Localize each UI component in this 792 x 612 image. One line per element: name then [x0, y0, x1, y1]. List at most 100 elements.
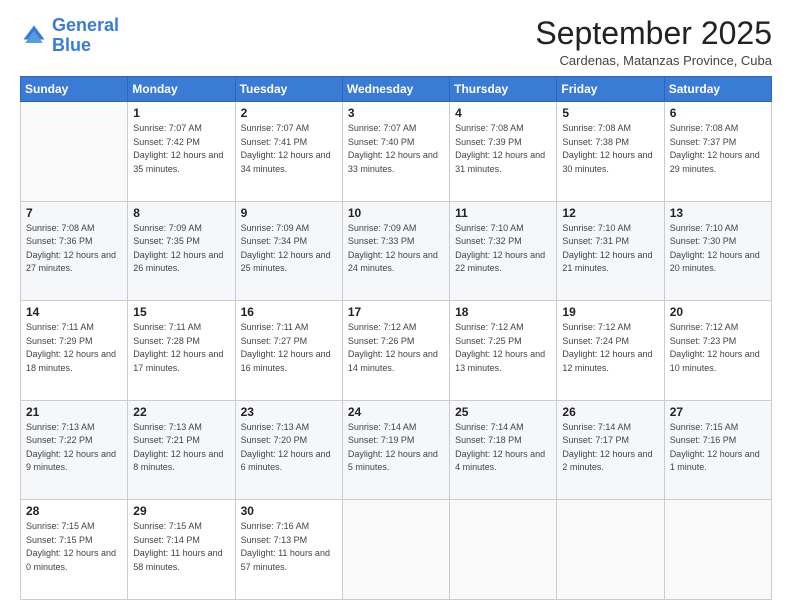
logo-icon [20, 22, 48, 50]
location: Cardenas, Matanzas Province, Cuba [535, 53, 772, 68]
logo-line1: General [52, 15, 119, 35]
day-info: Sunrise: 7:16 AMSunset: 7:13 PMDaylight:… [241, 520, 337, 574]
cell-0-0 [21, 102, 128, 202]
cell-1-3: 10 Sunrise: 7:09 AMSunset: 7:33 PMDayligh… [342, 201, 449, 301]
day-number: 16 [241, 305, 337, 319]
day-info: Sunrise: 7:13 AMSunset: 7:21 PMDaylight:… [133, 421, 229, 475]
cell-4-5 [557, 500, 664, 600]
day-number: 18 [455, 305, 551, 319]
cell-0-5: 5 Sunrise: 7:08 AMSunset: 7:38 PMDaylight… [557, 102, 664, 202]
day-info: Sunrise: 7:09 AMSunset: 7:34 PMDaylight:… [241, 222, 337, 276]
header-friday: Friday [557, 77, 664, 102]
cell-3-1: 22 Sunrise: 7:13 AMSunset: 7:21 PMDayligh… [128, 400, 235, 500]
week-row-4: 28Sunrise: 7:15 AMSunset: 7:15 PMDayligh… [21, 500, 772, 600]
day-info: Sunrise: 7:12 AMSunset: 7:24 PMDaylight:… [562, 321, 658, 375]
cell-0-6: 6 Sunrise: 7:08 AMSunset: 7:37 PMDaylight… [664, 102, 771, 202]
cell-0-4: 4 Sunrise: 7:08 AMSunset: 7:39 PMDaylight… [450, 102, 557, 202]
day-number: 22 [133, 405, 229, 419]
header-thursday: Thursday [450, 77, 557, 102]
cell-2-3: 17Sunrise: 7:12 AMSunset: 7:26 PMDayligh… [342, 301, 449, 401]
week-row-1: 7 Sunrise: 7:08 AMSunset: 7:36 PMDaylight… [21, 201, 772, 301]
day-number: 3 [348, 106, 444, 120]
cell-4-1: 29 Sunrise: 7:15 AMSunset: 7:14 PMDayligh… [128, 500, 235, 600]
logo-text: General Blue [52, 16, 119, 56]
day-info: Sunrise: 7:13 AMSunset: 7:20 PMDaylight:… [241, 421, 337, 475]
month-title: September 2025 [535, 16, 772, 51]
day-info: Sunrise: 7:08 AMSunset: 7:38 PMDaylight:… [562, 122, 658, 176]
day-info: Sunrise: 7:10 AMSunset: 7:31 PMDaylight:… [562, 222, 658, 276]
day-number: 8 [133, 206, 229, 220]
cell-0-2: 2Sunrise: 7:07 AMSunset: 7:41 PMDaylight… [235, 102, 342, 202]
cell-4-2: 30 Sunrise: 7:16 AMSunset: 7:13 PMDayligh… [235, 500, 342, 600]
cell-0-1: 1 Sunrise: 7:07 AMSunset: 7:42 PMDaylight… [128, 102, 235, 202]
day-info: Sunrise: 7:08 AMSunset: 7:39 PMDaylight:… [455, 122, 551, 176]
day-info: Sunrise: 7:13 AMSunset: 7:22 PMDaylight:… [26, 421, 122, 475]
day-number: 20 [670, 305, 766, 319]
calendar: Sunday Monday Tuesday Wednesday Thursday… [20, 76, 772, 600]
cell-1-4: 11 Sunrise: 7:10 AMSunset: 7:32 PMDayligh… [450, 201, 557, 301]
day-number: 15 [133, 305, 229, 319]
day-number: 4 [455, 106, 551, 120]
day-number: 11 [455, 206, 551, 220]
header-tuesday: Tuesday [235, 77, 342, 102]
logo: General Blue [20, 16, 119, 56]
day-number: 27 [670, 405, 766, 419]
day-number: 26 [562, 405, 658, 419]
day-info: Sunrise: 7:10 AMSunset: 7:32 PMDaylight:… [455, 222, 551, 276]
week-row-3: 21Sunrise: 7:13 AMSunset: 7:22 PMDayligh… [21, 400, 772, 500]
header-sunday: Sunday [21, 77, 128, 102]
weekday-header-row: Sunday Monday Tuesday Wednesday Thursday… [21, 77, 772, 102]
day-info: Sunrise: 7:12 AMSunset: 7:26 PMDaylight:… [348, 321, 444, 375]
week-row-2: 14Sunrise: 7:11 AMSunset: 7:29 PMDayligh… [21, 301, 772, 401]
cell-3-0: 21Sunrise: 7:13 AMSunset: 7:22 PMDayligh… [21, 400, 128, 500]
day-number: 29 [133, 504, 229, 518]
cell-4-4 [450, 500, 557, 600]
cell-4-3 [342, 500, 449, 600]
day-number: 19 [562, 305, 658, 319]
day-number: 7 [26, 206, 122, 220]
week-row-0: 1 Sunrise: 7:07 AMSunset: 7:42 PMDaylight… [21, 102, 772, 202]
cell-1-1: 8 Sunrise: 7:09 AMSunset: 7:35 PMDaylight… [128, 201, 235, 301]
cell-2-5: 19 Sunrise: 7:12 AMSunset: 7:24 PMDayligh… [557, 301, 664, 401]
cell-2-1: 15 Sunrise: 7:11 AMSunset: 7:28 PMDayligh… [128, 301, 235, 401]
day-info: Sunrise: 7:12 AMSunset: 7:25 PMDaylight:… [455, 321, 551, 375]
cell-3-3: 24 Sunrise: 7:14 AMSunset: 7:19 PMDayligh… [342, 400, 449, 500]
day-info: Sunrise: 7:15 AMSunset: 7:14 PMDaylight:… [133, 520, 229, 574]
day-number: 25 [455, 405, 551, 419]
day-info: Sunrise: 7:11 AMSunset: 7:27 PMDaylight:… [241, 321, 337, 375]
day-number: 1 [133, 106, 229, 120]
day-number: 30 [241, 504, 337, 518]
cell-2-0: 14Sunrise: 7:11 AMSunset: 7:29 PMDayligh… [21, 301, 128, 401]
cell-1-5: 12 Sunrise: 7:10 AMSunset: 7:31 PMDayligh… [557, 201, 664, 301]
day-info: Sunrise: 7:09 AMSunset: 7:33 PMDaylight:… [348, 222, 444, 276]
cell-4-0: 28Sunrise: 7:15 AMSunset: 7:15 PMDayligh… [21, 500, 128, 600]
calendar-body: 1 Sunrise: 7:07 AMSunset: 7:42 PMDaylight… [21, 102, 772, 600]
day-number: 6 [670, 106, 766, 120]
cell-1-2: 9 Sunrise: 7:09 AMSunset: 7:34 PMDaylight… [235, 201, 342, 301]
day-number: 10 [348, 206, 444, 220]
title-block: September 2025 Cardenas, Matanzas Provin… [535, 16, 772, 68]
cell-3-6: 27 Sunrise: 7:15 AMSunset: 7:16 PMDayligh… [664, 400, 771, 500]
day-info: Sunrise: 7:14 AMSunset: 7:19 PMDaylight:… [348, 421, 444, 475]
cell-3-2: 23Sunrise: 7:13 AMSunset: 7:20 PMDayligh… [235, 400, 342, 500]
header-saturday: Saturday [664, 77, 771, 102]
day-info: Sunrise: 7:11 AMSunset: 7:28 PMDaylight:… [133, 321, 229, 375]
day-info: Sunrise: 7:11 AMSunset: 7:29 PMDaylight:… [26, 321, 122, 375]
cell-2-4: 18 Sunrise: 7:12 AMSunset: 7:25 PMDayligh… [450, 301, 557, 401]
day-info: Sunrise: 7:07 AMSunset: 7:42 PMDaylight:… [133, 122, 229, 176]
calendar-header: Sunday Monday Tuesday Wednesday Thursday… [21, 77, 772, 102]
header: General Blue September 2025 Cardenas, Ma… [20, 16, 772, 68]
day-info: Sunrise: 7:15 AMSunset: 7:16 PMDaylight:… [670, 421, 766, 475]
day-info: Sunrise: 7:08 AMSunset: 7:36 PMDaylight:… [26, 222, 122, 276]
day-number: 5 [562, 106, 658, 120]
header-wednesday: Wednesday [342, 77, 449, 102]
day-info: Sunrise: 7:09 AMSunset: 7:35 PMDaylight:… [133, 222, 229, 276]
cell-2-6: 20Sunrise: 7:12 AMSunset: 7:23 PMDayligh… [664, 301, 771, 401]
cell-1-0: 7 Sunrise: 7:08 AMSunset: 7:36 PMDaylight… [21, 201, 128, 301]
day-number: 9 [241, 206, 337, 220]
day-number: 24 [348, 405, 444, 419]
cell-4-6 [664, 500, 771, 600]
day-number: 12 [562, 206, 658, 220]
day-info: Sunrise: 7:08 AMSunset: 7:37 PMDaylight:… [670, 122, 766, 176]
day-info: Sunrise: 7:15 AMSunset: 7:15 PMDaylight:… [26, 520, 122, 574]
